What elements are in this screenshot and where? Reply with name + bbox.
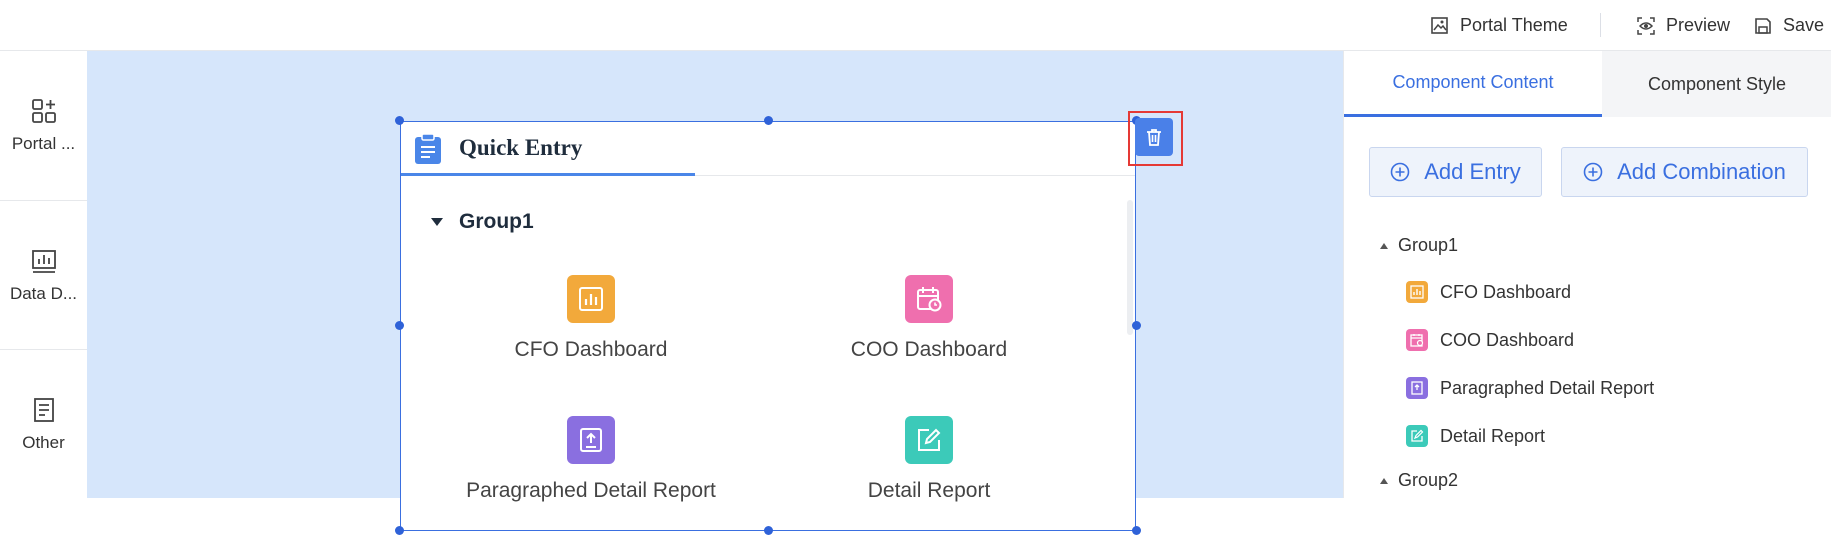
add-entry-label: Add Entry bbox=[1424, 159, 1521, 184]
design-canvas[interactable]: Quick Entry Group1 CFO Dashboard COO Das… bbox=[87, 51, 1343, 535]
resize-handle[interactable] bbox=[395, 526, 404, 535]
tree-group-label: Group1 bbox=[1398, 235, 1459, 255]
left-sidebar: Portal ... Data D... Other bbox=[0, 51, 87, 498]
tree-item-paragraphed-detail-report[interactable]: Paragraphed Detail Report bbox=[1406, 377, 1654, 399]
resize-handle[interactable] bbox=[395, 321, 404, 330]
portal-theme-label: Portal Theme bbox=[1460, 15, 1568, 35]
add-entry-button[interactable]: Add Entry bbox=[1369, 147, 1542, 197]
entry-detail-report[interactable]: Detail Report bbox=[779, 416, 1079, 503]
entry-label: COO Dashboard bbox=[850, 338, 1008, 361]
top-toolbar: Portal Theme Preview Save bbox=[0, 0, 1831, 51]
eye-icon bbox=[1637, 16, 1655, 35]
tree-group-label: Group2 bbox=[1398, 470, 1459, 490]
save-label: Save bbox=[1783, 15, 1825, 35]
tree-item-label: COO Dashboard bbox=[1440, 329, 1575, 350]
entry-cfo-dashboard[interactable]: CFO Dashboard bbox=[441, 275, 741, 362]
caret-up-icon bbox=[1380, 242, 1388, 249]
plus-circle-icon bbox=[1583, 162, 1603, 182]
theme-image-icon bbox=[1431, 16, 1448, 34]
entry-label: Detail Report bbox=[867, 479, 991, 502]
tree-item-coo-dashboard[interactable]: COO Dashboard bbox=[1406, 329, 1574, 351]
preview-label: Preview bbox=[1666, 15, 1731, 35]
quick-entry-widget[interactable]: Quick Entry Group1 CFO Dashboard COO Das… bbox=[400, 121, 1136, 531]
title-underline bbox=[401, 173, 695, 176]
bar-chart-icon bbox=[1406, 281, 1428, 303]
widget-title: Quick Entry bbox=[459, 135, 583, 160]
widget-header: Quick Entry bbox=[401, 122, 1135, 176]
caret-down-icon bbox=[431, 218, 443, 226]
tab-component-content[interactable]: Component Content bbox=[1344, 51, 1602, 117]
sidebar-item-data[interactable]: Data D... bbox=[0, 201, 87, 351]
scrollbar[interactable] bbox=[1127, 200, 1133, 335]
right-panel: Component Content Component Style Add En… bbox=[1343, 51, 1831, 498]
resize-handle[interactable] bbox=[764, 116, 773, 125]
chart-board-icon bbox=[31, 250, 56, 273]
add-combination-label: Add Combination bbox=[1617, 159, 1786, 184]
tree-item-label: Paragraphed Detail Report bbox=[1440, 377, 1655, 398]
entry-label: CFO Dashboard bbox=[514, 338, 668, 361]
portal-theme-button[interactable]: Portal Theme bbox=[1430, 0, 1568, 51]
components-add-icon bbox=[31, 99, 56, 123]
sidebar-item-other[interactable]: Other bbox=[0, 350, 87, 500]
tree-item-label: Detail Report bbox=[1440, 425, 1546, 446]
document-icon bbox=[33, 398, 54, 422]
tree-group-2[interactable]: Group2 bbox=[1380, 470, 1458, 491]
sidebar-item-label: Other bbox=[22, 433, 65, 452]
calendar-clock-icon bbox=[905, 275, 953, 323]
resize-handle[interactable] bbox=[1132, 526, 1141, 535]
resize-handle[interactable] bbox=[764, 526, 773, 535]
calendar-clock-icon bbox=[1406, 329, 1428, 351]
upload-report-icon bbox=[567, 416, 615, 464]
entry-label: Paragraphed Detail Report bbox=[466, 479, 716, 502]
save-button[interactable]: Save bbox=[1753, 0, 1824, 51]
tab-label: Component Content bbox=[1392, 72, 1554, 92]
group-header[interactable]: Group1 bbox=[431, 210, 534, 234]
entry-coo-dashboard[interactable]: COO Dashboard bbox=[779, 275, 1079, 362]
entry-paragraphed-detail-report[interactable]: Paragraphed Detail Report bbox=[441, 416, 741, 503]
tree-item-detail-report[interactable]: Detail Report bbox=[1406, 425, 1545, 447]
plus-circle-icon bbox=[1390, 162, 1410, 182]
sidebar-item-label: Portal ... bbox=[11, 134, 76, 153]
trash-icon bbox=[1147, 129, 1161, 146]
upload-report-icon bbox=[1406, 377, 1428, 399]
resize-handle[interactable] bbox=[395, 116, 404, 125]
clipboard-icon bbox=[415, 133, 441, 164]
preview-button[interactable]: Preview bbox=[1636, 0, 1730, 51]
bar-chart-icon bbox=[567, 275, 615, 323]
save-icon bbox=[1755, 17, 1771, 34]
toolbar-divider bbox=[1600, 13, 1601, 37]
group-label: Group1 bbox=[459, 210, 534, 233]
sidebar-item-portal[interactable]: Portal ... bbox=[0, 51, 87, 201]
sidebar-item-label: Data D... bbox=[9, 284, 78, 303]
tab-label: Component Style bbox=[1647, 73, 1787, 94]
resize-handle[interactable] bbox=[1132, 321, 1141, 330]
edit-icon bbox=[905, 416, 953, 464]
add-combination-button[interactable]: Add Combination bbox=[1561, 147, 1808, 197]
delete-button[interactable] bbox=[1135, 118, 1173, 156]
tree-item-label: CFO Dashboard bbox=[1440, 281, 1572, 302]
caret-up-icon bbox=[1380, 477, 1388, 484]
tree-item-cfo-dashboard[interactable]: CFO Dashboard bbox=[1406, 281, 1571, 303]
edit-icon bbox=[1406, 425, 1428, 447]
tree-group-1[interactable]: Group1 bbox=[1380, 235, 1458, 256]
tab-component-style[interactable]: Component Style bbox=[1602, 51, 1831, 117]
